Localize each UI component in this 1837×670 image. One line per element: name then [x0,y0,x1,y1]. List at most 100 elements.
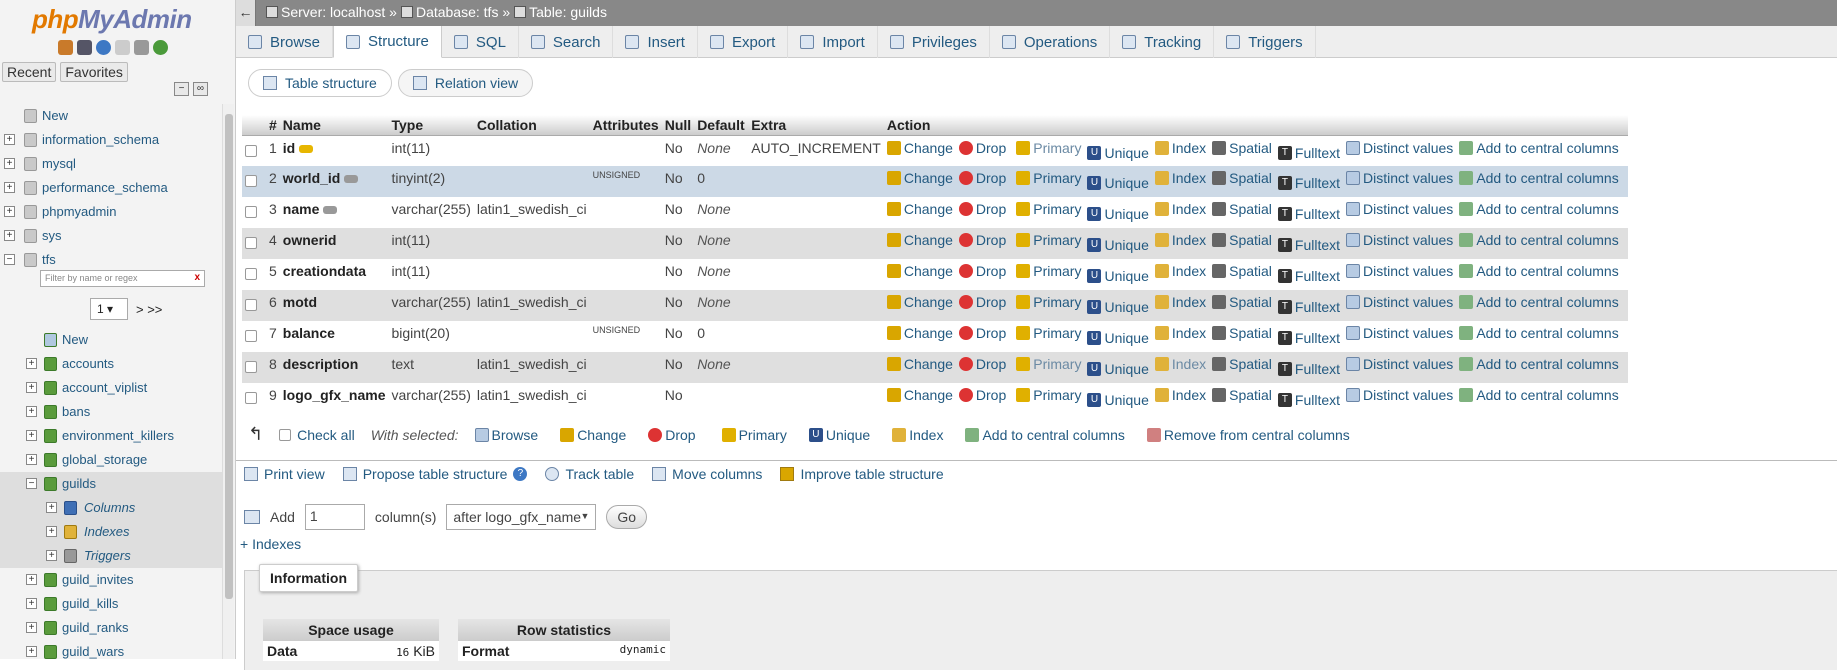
tab-tracking[interactable]: Tracking [1110,26,1215,58]
check-all[interactable]: Check all [279,427,355,443]
change-button[interactable]: Change [886,325,953,341]
expand-icon[interactable]: + [46,502,57,513]
tree-item-accounts[interactable]: + accounts [0,352,222,376]
index-button[interactable]: Index [1154,325,1206,341]
spatial-button[interactable]: Spatial [1212,356,1272,372]
bulk-remove-central-button[interactable]: Remove from central columns [1146,427,1350,443]
column-count-input[interactable]: 1 [304,504,365,530]
table-row[interactable]: 7 balance bigint(20) UNSIGNED No 0 Change Drop P… [242,321,1628,352]
logout-icon[interactable] [77,40,92,55]
propose-structure-link[interactable]: Propose table structure? [342,466,528,482]
collapse-icon[interactable]: − [4,254,15,265]
tab-operations[interactable]: Operations [990,26,1111,58]
index-button[interactable]: Index [1154,232,1206,248]
fulltext-button[interactable]: T Fulltext [1277,330,1340,346]
reload-icon[interactable] [153,40,168,55]
distinct-values-button[interactable]: Distinct values [1346,232,1453,248]
unique-button[interactable]: U Unique [1087,206,1149,222]
nav-scrollbar[interactable] [222,104,234,659]
add-central-button[interactable]: Add to central columns [1459,356,1619,372]
tab-import[interactable]: Import [788,26,878,58]
change-button[interactable]: Change [886,294,953,310]
help-icon[interactable]: ? [513,467,528,481]
expand-icon[interactable]: + [4,206,15,217]
column-name-text[interactable]: id [283,140,295,156]
table-row[interactable]: 1 id int(11) No None AUTO_INCREMENT Change Drop… [242,135,1628,166]
drop-button[interactable]: Drop [958,325,1006,341]
column-name-text[interactable]: name [283,201,320,217]
expand-icon[interactable]: + [4,230,15,241]
column-name-text[interactable]: description [283,356,358,372]
tree-item-sys[interactable]: + sys [0,224,222,248]
breadcrumb-server[interactable]: Server: localhost » [266,4,397,20]
link-with-main-icon[interactable]: ∞ [193,82,208,96]
indexes-toggle-link[interactable]: + Indexes [240,536,301,552]
distinct-values-button[interactable]: Distinct values [1346,140,1453,156]
index-button[interactable]: Index [1154,294,1206,310]
row-checkbox[interactable] [245,175,257,187]
distinct-values-button[interactable]: Distinct values [1346,201,1453,217]
column-name[interactable]: id [279,135,389,166]
recent-tab[interactable]: Recent [2,62,57,82]
expand-icon[interactable]: + [26,382,37,393]
docs-icon[interactable] [115,40,130,55]
fulltext-button[interactable]: T Fulltext [1277,299,1340,315]
add-central-button[interactable]: Add to central columns [1459,325,1619,341]
spatial-button[interactable]: Spatial [1212,140,1272,156]
unique-button[interactable]: U Unique [1087,299,1149,315]
index-button[interactable]: Index [1154,263,1206,279]
expand-icon[interactable]: + [4,134,15,145]
print-view-link[interactable]: Print view [244,466,325,482]
add-central-button[interactable]: Add to central columns [1459,170,1619,186]
expand-icon[interactable]: + [26,430,37,441]
drop-button[interactable]: Drop [958,356,1006,372]
tree-item-guilds[interactable]: − guilds [0,472,222,496]
drop-button[interactable]: Drop [958,232,1006,248]
tab-insert[interactable]: Insert [613,26,698,58]
primary-button[interactable]: Primary [1012,140,1081,156]
bulk-drop-button[interactable]: Drop [648,427,696,443]
tab-structure[interactable]: Structure [333,26,442,58]
table-row[interactable]: 6 motd varchar(255) latin1_swedish_ci No None… [242,290,1628,321]
check-all-checkbox[interactable] [279,428,292,441]
distinct-values-button[interactable]: Distinct values [1346,387,1453,403]
subtab-table-structure[interactable]: Table structure [248,69,392,97]
primary-button[interactable]: Primary [1012,263,1081,279]
fulltext-button[interactable]: T Fulltext [1277,237,1340,253]
breadcrumb-database[interactable]: Database: tfs » [400,4,510,20]
move-columns-link[interactable]: Move columns [652,466,762,482]
index-button[interactable]: Index [1154,140,1206,156]
column-name[interactable]: name [279,197,389,228]
bulk-change-button[interactable]: Change [560,427,626,443]
bulk-browse-button[interactable]: Browse [474,427,538,443]
tree-item-tfs-new[interactable]: New [0,328,222,352]
tree-item-account-viplist[interactable]: + account_viplist [0,376,222,400]
bulk-index-button[interactable]: Index [892,427,943,443]
breadcrumb-table[interactable]: Table: guilds [514,4,607,20]
unique-button[interactable]: U Unique [1087,330,1149,346]
tab-sql[interactable]: SQL [442,26,519,58]
expand-icon[interactable]: + [46,550,57,561]
back-arrow-icon[interactable]: ← [236,0,256,26]
column-name[interactable]: ownerid [279,228,389,259]
improve-structure-link[interactable]: Improve table structure [780,466,944,482]
column-name-text[interactable]: world_id [283,170,341,186]
phpmyadmin-logo[interactable]: phpMyAdmin [32,4,192,35]
row-checkbox[interactable] [245,268,257,280]
tree-item-phpmyadmin[interactable]: + phpmyadmin [0,200,222,224]
tree-item-guild-invites[interactable]: + guild_invites [0,568,222,592]
row-checkbox[interactable] [245,361,257,373]
go-button[interactable]: Go [606,505,648,529]
tree-item-tfs[interactable]: − tfs [0,248,222,272]
unique-button[interactable]: U Unique [1087,175,1149,191]
collapse-icon[interactable]: − [26,478,37,489]
primary-button[interactable]: Primary [1012,232,1081,248]
spatial-button[interactable]: Spatial [1212,201,1272,217]
change-button[interactable]: Change [886,232,953,248]
spatial-button[interactable]: Spatial [1212,232,1272,248]
change-button[interactable]: Change [886,170,953,186]
spatial-button[interactable]: Spatial [1212,294,1272,310]
tree-item-guild-ranks[interactable]: + guild_ranks [0,616,222,640]
column-name[interactable]: balance [279,321,389,352]
add-central-button[interactable]: Add to central columns [1459,294,1619,310]
